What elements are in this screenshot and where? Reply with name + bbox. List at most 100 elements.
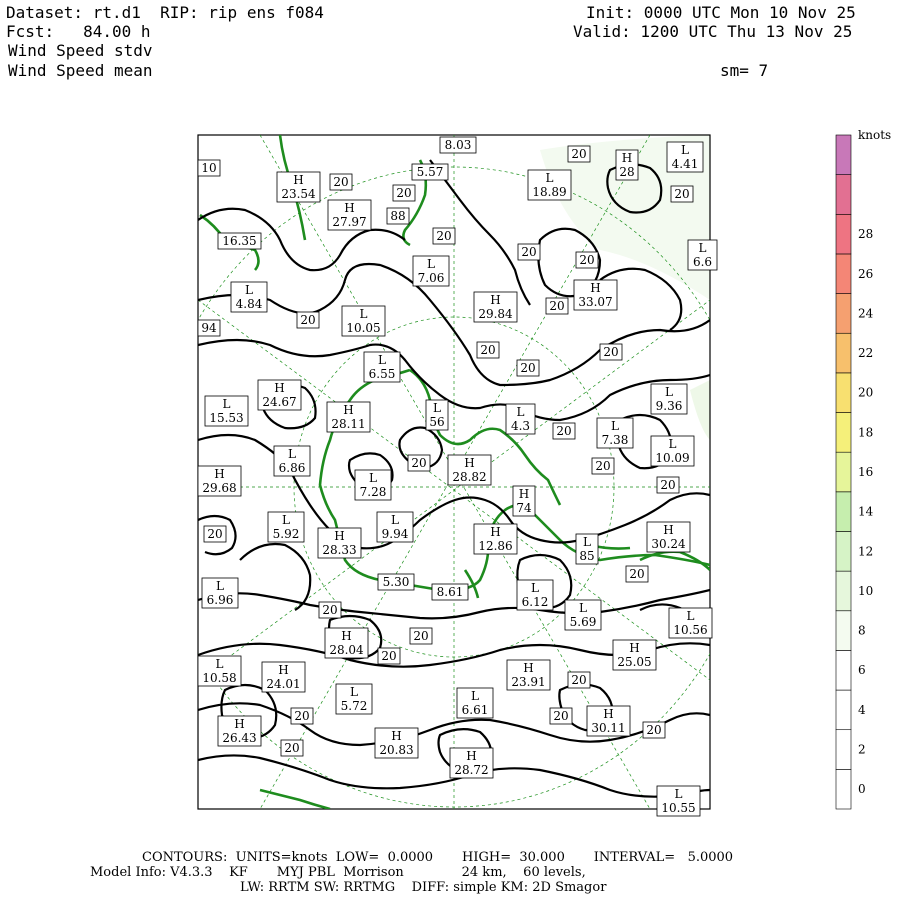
contour-label: L7.38 xyxy=(596,417,634,449)
contour-label: L9.94 xyxy=(376,511,414,543)
contour-label: 20 xyxy=(545,297,569,315)
colorbar-units: knots xyxy=(858,128,891,142)
contour-label: 94 xyxy=(197,319,221,337)
contour-value: 94 xyxy=(201,321,217,335)
extremum-type: H xyxy=(344,201,354,215)
colorbar-tick-label: 26 xyxy=(858,267,873,281)
extremum-type: L xyxy=(245,283,253,297)
contour-label: 16.35 xyxy=(217,232,262,250)
contour-value: 20 xyxy=(413,629,428,643)
contour-value: 18.89 xyxy=(532,185,566,199)
colorbar-segment xyxy=(835,134,852,175)
contour-value: 20 xyxy=(520,361,535,375)
extremum-type: L xyxy=(531,581,539,595)
contour-label: H74 xyxy=(512,485,536,517)
contour-value: 7.06 xyxy=(418,271,445,285)
contour-value: 20 xyxy=(284,741,299,755)
contour-value: 6.12 xyxy=(522,595,549,609)
extremum-type: L xyxy=(583,535,591,549)
colorbar-tick-label: 24 xyxy=(858,306,874,320)
extremum-type: L xyxy=(282,513,290,527)
contour-value: 28.33 xyxy=(322,543,356,557)
contour-label: 10 xyxy=(197,159,221,177)
colorbar: 0246810121416182022242628 xyxy=(835,134,874,810)
extremum-type: L xyxy=(611,419,619,433)
extremum-type: H xyxy=(590,281,600,295)
contour-value: 15.53 xyxy=(209,411,243,425)
contour-label: 20 xyxy=(392,184,416,202)
contour-label: 20 xyxy=(516,359,540,377)
contour-label: H12.86 xyxy=(473,523,518,555)
contour-value: 8.03 xyxy=(445,138,472,152)
contour-label: L6.86 xyxy=(273,445,311,477)
colorbar-segment xyxy=(835,769,852,810)
extremum-type: L xyxy=(669,437,677,451)
contour-value: 4.3 xyxy=(511,419,530,433)
contour-value: 23.54 xyxy=(281,187,316,201)
contour-value: 20 xyxy=(579,253,594,267)
colorbar-tick-label: 16 xyxy=(858,465,873,479)
contour-label: 20 xyxy=(670,185,694,203)
physics-info: LW: RRTM SW: RRTMG DIFF: simple KM: 2D S… xyxy=(240,880,607,895)
contour-label: L10.09 xyxy=(650,435,695,467)
extremum-type: L xyxy=(427,257,435,271)
colorbar-segment xyxy=(835,213,852,255)
colorbar-segment xyxy=(835,531,852,572)
contour-value: 6.61 xyxy=(462,703,489,717)
colorbar-tick-label: 22 xyxy=(858,346,873,360)
contour-value: 5.92 xyxy=(273,527,300,541)
extremum-type: L xyxy=(350,685,358,699)
contour-label: L7.06 xyxy=(412,255,450,287)
contour-value: 28.04 xyxy=(329,643,364,657)
contour-value: 24.67 xyxy=(262,395,296,409)
contour-value: 30.24 xyxy=(651,537,686,551)
contour-value: 26.43 xyxy=(222,731,256,745)
contour-value: 20 xyxy=(480,343,495,357)
contour-label: 20 xyxy=(625,565,649,583)
contour-label: 20 xyxy=(432,227,456,245)
extremum-type: L xyxy=(288,447,296,461)
contour-value: 20.83 xyxy=(379,743,413,757)
contour-label: H23.91 xyxy=(506,659,551,691)
contour-value: 6.86 xyxy=(279,461,306,475)
contour-label: 20 xyxy=(407,454,431,472)
contour-label: L6.96 xyxy=(201,577,239,609)
colorbar-segment xyxy=(835,729,852,770)
contour-label: 20 xyxy=(549,707,573,725)
extremum-type: L xyxy=(369,471,377,485)
contour-value: 6.55 xyxy=(369,367,396,381)
contour-label: L15.53 xyxy=(204,395,249,427)
extremum-type: H xyxy=(391,729,401,743)
colorbar-tick-label: 10 xyxy=(858,584,873,598)
contour-value: 7.38 xyxy=(602,433,629,447)
extremum-type: H xyxy=(278,663,288,677)
extremum-type: H xyxy=(629,641,639,655)
contour-value: 5.69 xyxy=(570,615,597,629)
contour-value: 20 xyxy=(294,709,309,723)
contour-label: 20 xyxy=(517,243,541,261)
contour-label: H29.84 xyxy=(473,291,518,323)
colorbar-tick-label: 18 xyxy=(858,425,873,439)
contour-label: H28.72 xyxy=(449,747,494,779)
contour-label: H29.68 xyxy=(197,465,242,497)
contour-label: L4.84 xyxy=(230,281,268,313)
contour-label: L56 xyxy=(425,399,449,431)
contour-label: H28.82 xyxy=(447,454,492,486)
extremum-type: H xyxy=(523,661,533,675)
contour-value: 20 xyxy=(333,175,348,189)
colorbar-tick-label: 8 xyxy=(858,624,866,638)
colorbar-tick-label: 20 xyxy=(858,386,873,400)
contour-label: 88 xyxy=(386,207,410,225)
contour-label: L6.61 xyxy=(456,687,494,719)
extremum-type: H xyxy=(274,381,284,395)
extremum-type: L xyxy=(579,601,587,615)
contour-label: 5.57 xyxy=(411,163,449,181)
contour-value: 20 xyxy=(660,478,675,492)
contour-value: 23.91 xyxy=(511,675,545,689)
colorbar-segment xyxy=(835,174,852,215)
extremum-type: H xyxy=(343,403,353,417)
contour-value: 10.05 xyxy=(346,321,380,335)
colorbar-segment xyxy=(835,491,852,532)
contour-value: 33.07 xyxy=(578,295,612,309)
contour-label: L7.28 xyxy=(354,469,392,501)
